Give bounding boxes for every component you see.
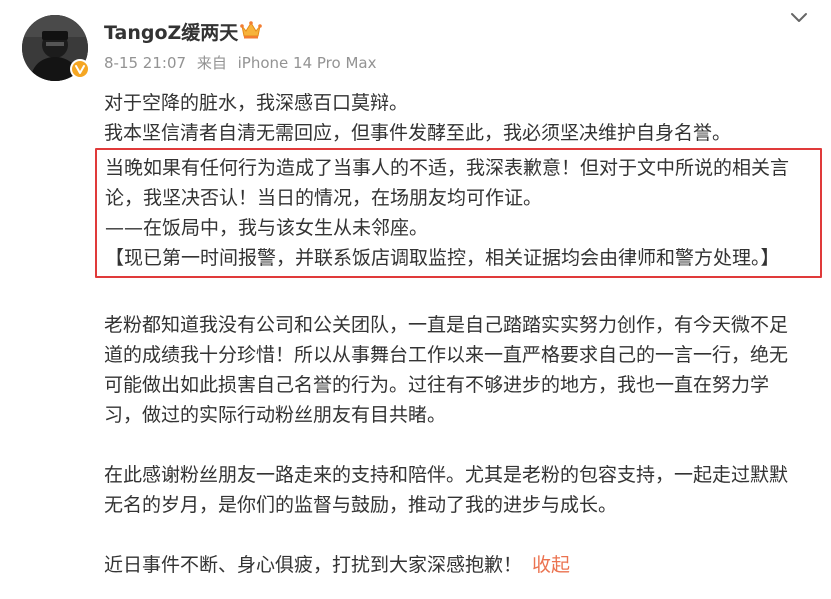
post-text: 对于空降的脏水，我深感百口莫辩。 我本坚信清者自清无需回应，但事件发酵至此，我必… (95, 88, 822, 580)
text-line: 习，做过的实际行动粉丝朋友有目共睹。 (104, 404, 447, 426)
highlight-box: 当晚如果有任何行为造成了当事人的不适，我深表歉意！但对于文中所说的相关言 论，我… (95, 148, 822, 278)
verified-badge-icon (70, 59, 90, 79)
text-line: 我本坚信清者自清无需回应，但事件发酵至此，我必须坚决维护自身名誉。 (104, 122, 732, 144)
highlight-line: ——在饭局中，我与该女生从未邻座。 (105, 217, 429, 239)
text-line: 对于空降的脏水，我深感百口莫辩。 (104, 92, 409, 114)
highlight-line: 当晚如果有任何行为造成了当事人的不适，我深表歉意！但对于文中所说的相关言 (105, 157, 790, 179)
text-line: 道的成绩我十分珍惜！所以从事舞台工作以来一直严格要求自己的一言一行，绝无 (104, 344, 789, 366)
post-time[interactable]: 8-15 21:07 (104, 54, 186, 72)
author-name[interactable]: TangoZ缓两天 (104, 18, 238, 45)
highlight-line: 论，我坚决否认！当日的情况，在场朋友均可作证。 (105, 187, 543, 209)
text-line: 可能做出如此损害自己名誉的行为。过往有不够进步的地方，我也一直在努力学 (104, 374, 770, 396)
author-avatar[interactable] (22, 15, 90, 81)
chevron-down-icon[interactable] (789, 10, 809, 24)
closing-text: 近日事件不断、身心俱疲，打扰到大家深感抱歉！ (104, 554, 523, 576)
post-device: iPhone 14 Pro Max (237, 54, 377, 72)
highlight-line: 【现已第一时间报警，并联系饭店调取监控，相关证据均会由律师和警方处理。】 (105, 247, 780, 269)
collapse-link[interactable]: 收起 (532, 554, 570, 576)
post-meta: 8-15 21:07 来自 iPhone 14 Pro Max (104, 52, 376, 73)
post-header: TangoZ缓两天 8-15 21:07 来自 iPhone 14 Pro Ma… (0, 0, 831, 90)
text-line: 近日事件不断、身心俱疲，打扰到大家深感抱歉！ 收起 (104, 550, 816, 580)
text-line: 老粉都知道我没有公司和公关团队，一直是自己踏踏实实努力创作，有今天微不足 (104, 314, 789, 336)
text-line: 无名的岁月，是你们的监督与鼓励，推动了我的进步与成长。 (104, 494, 618, 516)
text-line: 在此感谢粉丝朋友一路走来的支持和陪伴。尤其是老粉的包容支持，一起走过默默 (104, 464, 789, 486)
vip-crown-icon[interactable] (240, 20, 262, 40)
post-source-prefix: 来自 (196, 54, 227, 72)
